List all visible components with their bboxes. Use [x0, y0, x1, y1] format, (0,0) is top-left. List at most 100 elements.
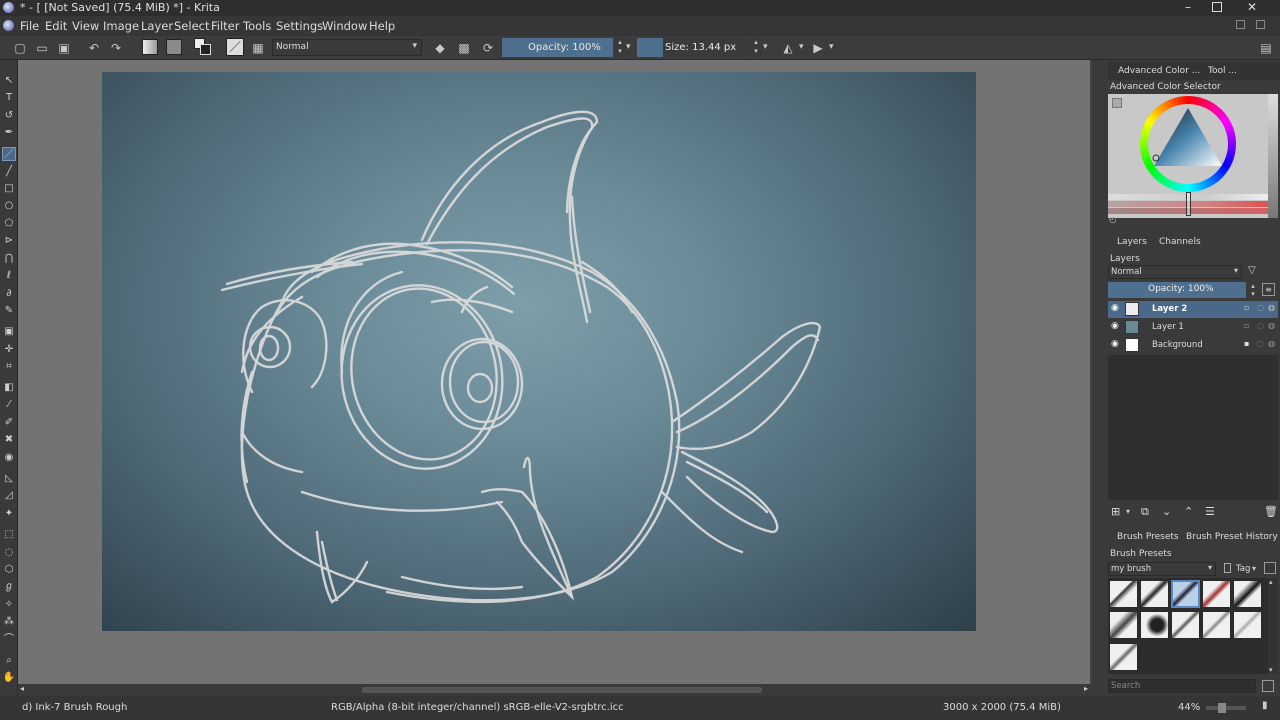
tag-label[interactable]: Tag — [1236, 564, 1250, 574]
lock-icon[interactable]: ▪ — [1244, 339, 1249, 348]
layer-name[interactable]: Layer 2 — [1152, 304, 1187, 314]
reload-preset-icon[interactable]: ⟳ — [480, 40, 496, 56]
drawing-canvas[interactable] — [102, 72, 976, 631]
lock-icon[interactable]: ▫ — [1244, 321, 1249, 330]
select-shapes-tool-icon[interactable]: ↖ — [2, 74, 16, 88]
duplicate-layer-icon[interactable]: ⧉ — [1141, 505, 1149, 519]
bezier-tool-icon[interactable]: ⋂ — [2, 252, 16, 266]
brush-filter-select[interactable]: my brush ▾ — [1108, 562, 1216, 576]
brush-preset-1[interactable] — [1109, 580, 1138, 608]
calligraphy-tool-icon[interactable]: ✒ — [2, 126, 16, 140]
layers-opacity-slider[interactable]: Opacity: 100% — [1108, 282, 1246, 298]
freehand-brush-tool-icon[interactable]: ／ — [2, 147, 16, 161]
add-layer-chevron-icon[interactable]: ▾ — [1126, 507, 1130, 516]
pan-tool-icon[interactable]: ✋ — [2, 671, 16, 685]
contiguous-selection-tool-icon[interactable]: ✧ — [2, 598, 16, 612]
brush-view-icon[interactable] — [1264, 562, 1276, 574]
reference-tool-icon[interactable]: ✦ — [2, 507, 16, 521]
brush-scrollbar[interactable]: ▴ ▾ — [1268, 578, 1278, 674]
inherit-alpha-icon[interactable]: ◍ — [1268, 303, 1275, 312]
visibility-eye-icon[interactable]: ◉ — [1111, 303, 1119, 313]
foreground-background-color-icon[interactable] — [194, 38, 212, 56]
menu-layer[interactable]: Layer — [141, 19, 173, 33]
inherit-alpha-icon[interactable]: ◍ — [1268, 339, 1275, 348]
eraser-mode-icon[interactable]: ◆ — [432, 40, 448, 56]
brush-preset-selected[interactable] — [1171, 580, 1200, 608]
mirror-vertical-icon[interactable]: ▶ — [810, 40, 826, 56]
redo-icon[interactable]: ↷ — [108, 40, 124, 56]
polyline-tool-icon[interactable]: ⊳ — [2, 234, 16, 248]
menu-window[interactable]: Window — [322, 19, 367, 33]
freehand-path-tool-icon[interactable]: ℓ — [2, 269, 16, 283]
layer-row-background[interactable]: ◉ Background ▪ ◌ ◍ — [1108, 337, 1278, 354]
move-layer-down-icon[interactable]: ⌄ — [1162, 505, 1171, 518]
scroll-right-icon[interactable]: ▸ — [1084, 684, 1088, 693]
undo-icon[interactable]: ↶ — [86, 40, 102, 56]
menu-tools[interactable]: Tools — [243, 19, 271, 33]
brush-preset-8[interactable] — [1171, 611, 1200, 639]
tag-icon[interactable] — [1224, 563, 1231, 573]
brush-preset-icon[interactable]: ／ — [226, 38, 244, 56]
size-slider[interactable]: Size: 13.44 px — [637, 38, 749, 57]
bezier-selection-tool-icon[interactable]: ⌒ — [2, 633, 16, 647]
mirror-horizontal-chevron-icon[interactable]: ▾ — [799, 42, 804, 52]
color-slider-handle[interactable] — [1186, 192, 1191, 216]
gradient-swatch[interactable] — [142, 39, 158, 55]
dock-float-icon[interactable] — [1236, 20, 1245, 29]
add-layer-icon[interactable]: ⊞ — [1111, 505, 1120, 518]
minimize-icon[interactable]: – — [1180, 0, 1196, 16]
tab-brush-presets[interactable]: Brush Presets — [1117, 532, 1179, 542]
tab-channels[interactable]: Channels — [1159, 237, 1201, 247]
open-document-icon[interactable]: ▭ — [34, 40, 50, 56]
polygon-tool-icon[interactable]: ⬠ — [2, 217, 16, 231]
fill-tool-icon[interactable]: ◉ — [2, 451, 16, 465]
dock-close-icon[interactable] — [1256, 20, 1265, 29]
brush-settings-icon[interactable]: ▦ — [250, 40, 266, 56]
menu-filter[interactable]: Filter — [211, 19, 239, 33]
brush-preset-11[interactable] — [1109, 643, 1138, 671]
layer-name[interactable]: Background — [1152, 340, 1203, 350]
brush-preset-9[interactable] — [1202, 611, 1231, 639]
alpha-lock-icon[interactable]: ◌ — [1257, 339, 1264, 348]
layer-name[interactable]: Layer 1 — [1152, 322, 1184, 332]
brush-scroll-down-icon[interactable]: ▾ — [1269, 666, 1273, 674]
transform-tool-icon[interactable]: ▣ — [2, 325, 16, 339]
pattern-swatch[interactable] — [166, 39, 182, 55]
inherit-alpha-icon[interactable]: ◍ — [1268, 321, 1275, 330]
menu-image[interactable]: Image — [103, 19, 139, 33]
tab-tool-options[interactable]: Tool ... — [1208, 66, 1237, 76]
brush-preset-7[interactable] — [1140, 611, 1169, 639]
restore-icon[interactable] — [1212, 2, 1222, 12]
layer-filter-icon[interactable]: ▽ — [1248, 265, 1256, 276]
layer-row-layer-2[interactable]: ◉ Layer 2 ▫ ◌ ◍ — [1108, 301, 1278, 318]
gradient-tool-icon[interactable]: ◧ — [2, 381, 16, 395]
zoom-slider-handle[interactable] — [1218, 703, 1226, 713]
size-stepper-icon[interactable]: ▴ ▾ — [751, 38, 761, 57]
rectangular-selection-tool-icon[interactable]: ⬚ — [2, 528, 16, 542]
close-icon[interactable]: ✕ — [1244, 0, 1260, 16]
line-tool-icon[interactable]: ╱ — [2, 165, 16, 179]
ellipse-tool-icon[interactable]: ○ — [2, 199, 16, 213]
elliptical-selection-tool-icon[interactable]: ◌ — [2, 546, 16, 560]
zoom-tool-icon[interactable]: ⌕ — [2, 654, 16, 668]
menu-help[interactable]: Help — [369, 19, 395, 33]
opacity-chevron-icon[interactable]: ▾ — [626, 42, 631, 52]
zoom-slider[interactable] — [1206, 703, 1246, 713]
alpha-lock-icon[interactable]: ◌ — [1257, 321, 1264, 330]
color-picker-tool-icon[interactable]: ⁄ — [2, 398, 16, 412]
menu-edit[interactable]: Edit — [45, 19, 67, 33]
layer-settings-icon[interactable]: ☰ — [1205, 505, 1215, 518]
tab-advanced-color[interactable]: Advanced Color ... — [1118, 66, 1200, 76]
smart-patch-tool-icon[interactable]: ✖ — [2, 433, 16, 447]
opacity-slider[interactable]: Opacity: 100% — [502, 38, 613, 57]
menu-settings[interactable]: Settings — [276, 19, 323, 33]
save-brush-icon[interactable] — [1262, 680, 1274, 692]
brush-preset-6[interactable] — [1109, 611, 1138, 639]
tab-layers[interactable]: Layers — [1117, 237, 1147, 247]
workspace-icon[interactable]: ▤ — [1258, 40, 1274, 56]
colorize-mask-tool-icon[interactable]: ✐ — [2, 416, 16, 430]
move-layer-up-icon[interactable]: ⌃ — [1184, 505, 1193, 518]
menu-file[interactable]: File — [20, 19, 39, 33]
status-brush-name[interactable]: d) Ink-7 Brush Rough — [22, 702, 127, 713]
text-tool-icon[interactable]: T — [2, 91, 16, 105]
